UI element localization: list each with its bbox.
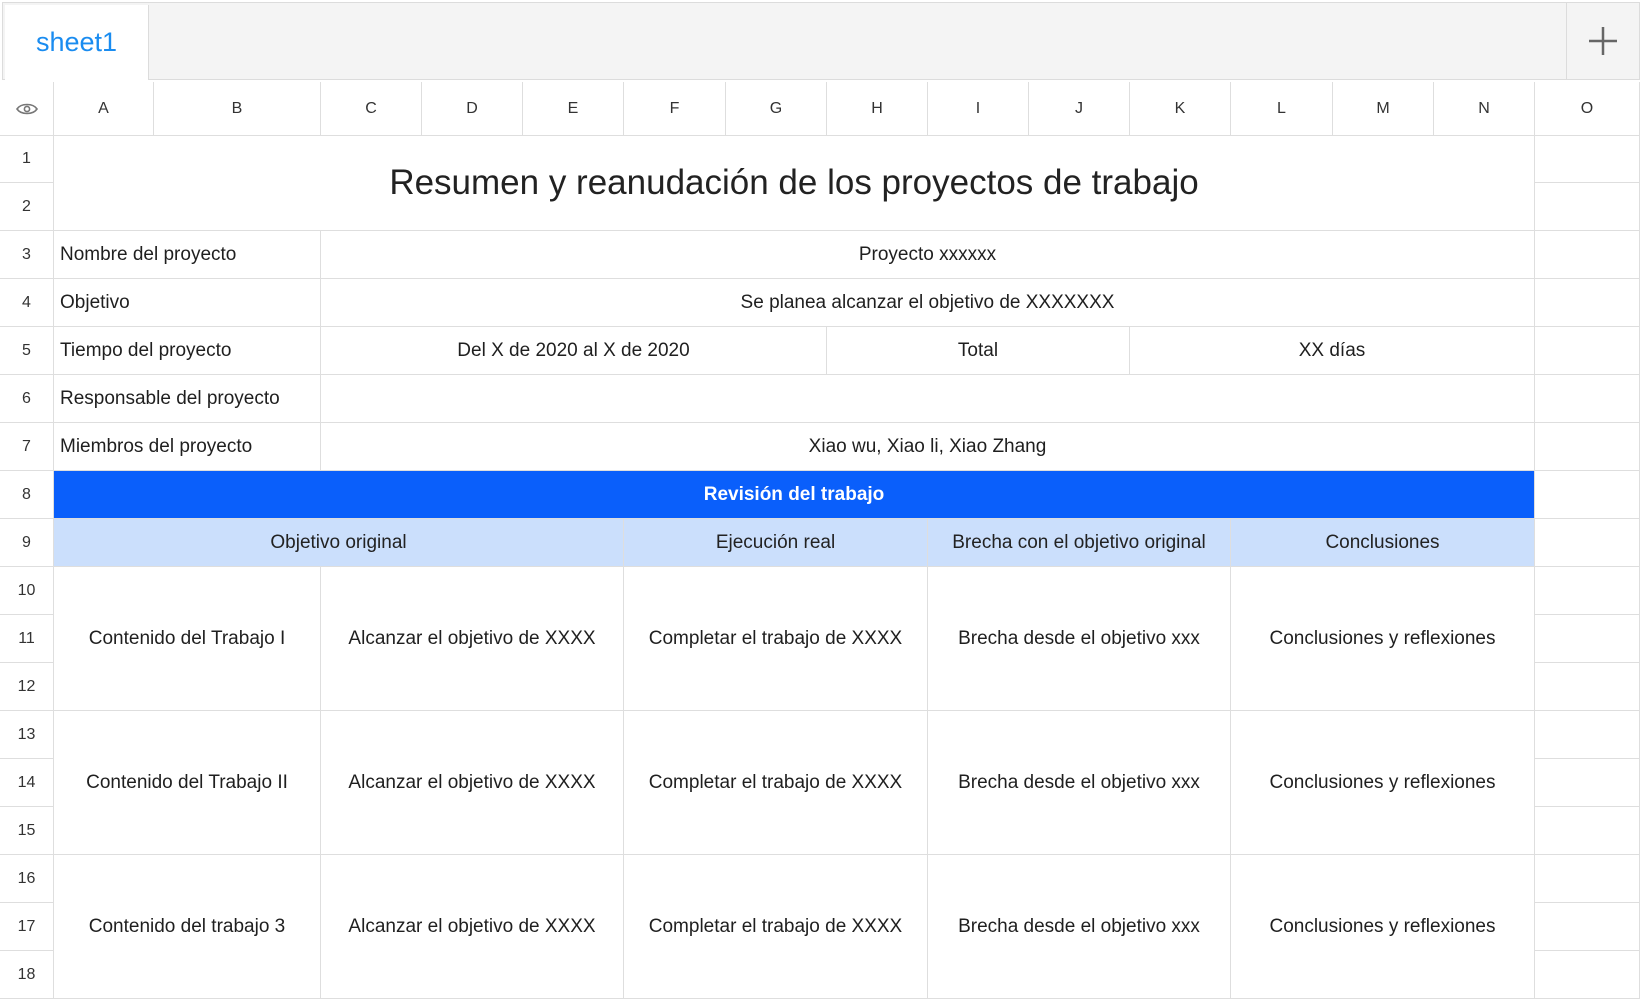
empty-cell[interactable] (1535, 231, 1640, 279)
members-value[interactable]: Xiao wu, Xiao li, Xiao Zhang (321, 423, 1535, 471)
empty-cell[interactable] (1535, 855, 1640, 903)
work-execution[interactable]: Completar el trabajo de XXXX (624, 711, 928, 855)
project-name-value[interactable]: Proyecto xxxxxx (321, 231, 1535, 279)
column-header[interactable]: D (422, 82, 523, 136)
column-header[interactable]: A (54, 82, 154, 136)
eye-icon (15, 103, 38, 114)
empty-cell[interactable] (1535, 615, 1640, 663)
owner-label[interactable]: Responsable del proyecto (54, 375, 321, 423)
objective-value[interactable]: Se planea alcanzar el objetivo de XXXXXX… (321, 279, 1535, 327)
empty-cell[interactable] (1535, 807, 1640, 855)
work-gap[interactable]: Brecha desde el objetivo xxx (928, 711, 1231, 855)
header-gap[interactable]: Brecha con el objetivo original (928, 519, 1231, 567)
work-gap[interactable]: Brecha desde el objetivo xxx (928, 567, 1231, 711)
empty-cell[interactable] (1535, 663, 1640, 711)
empty-cell[interactable] (1535, 759, 1640, 807)
header-conclusions[interactable]: Conclusiones (1231, 519, 1535, 567)
row-header[interactable]: 13 (0, 711, 54, 759)
column-header[interactable]: E (523, 82, 624, 136)
empty-cell[interactable] (1535, 375, 1640, 423)
work-conclusions[interactable]: Conclusiones y reflexiones (1231, 711, 1535, 855)
empty-cell[interactable] (1535, 423, 1640, 471)
row-header[interactable]: 2 (0, 183, 54, 231)
total-label[interactable]: Total (827, 327, 1130, 375)
empty-cell[interactable] (1535, 183, 1640, 231)
empty-cell[interactable] (1535, 519, 1640, 567)
work-objective[interactable]: Alcanzar el objetivo de XXXX (321, 711, 624, 855)
row-header[interactable]: 15 (0, 807, 54, 855)
row-header[interactable]: 5 (0, 327, 54, 375)
empty-cell[interactable] (1535, 903, 1640, 951)
members-label[interactable]: Miembros del proyecto (54, 423, 321, 471)
select-all-corner[interactable] (0, 82, 54, 136)
row-header[interactable]: 16 (0, 855, 54, 903)
column-header[interactable]: F (624, 82, 726, 136)
row-header[interactable]: 10 (0, 567, 54, 615)
row-header[interactable]: 12 (0, 663, 54, 711)
total-value[interactable]: XX días (1130, 327, 1535, 375)
row-header[interactable]: 14 (0, 759, 54, 807)
empty-cell[interactable] (1535, 471, 1640, 519)
row-header[interactable]: 7 (0, 423, 54, 471)
project-time-value[interactable]: Del X de 2020 al X de 2020 (321, 327, 827, 375)
empty-cell[interactable] (1535, 279, 1640, 327)
column-header[interactable]: O (1535, 82, 1640, 136)
work-conclusions[interactable]: Conclusiones y reflexiones (1231, 855, 1535, 999)
row-header[interactable]: 11 (0, 615, 54, 663)
row-header[interactable]: 9 (0, 519, 54, 567)
spreadsheet-grid: A B C D E F G H I J K L M N O 1 2 3 4 5 6 7 8 9 10 11 12 13 14 15 16 17… (0, 0, 1640, 999)
owner-value[interactable] (321, 375, 1535, 423)
work-objective[interactable]: Alcanzar el objetivo de XXXX (321, 567, 624, 711)
empty-cell[interactable] (1535, 136, 1640, 183)
work-content[interactable]: Contenido del Trabajo I (54, 567, 321, 711)
column-header[interactable]: K (1130, 82, 1231, 136)
empty-cell[interactable] (1535, 567, 1640, 615)
row-header[interactable]: 4 (0, 279, 54, 327)
header-execution[interactable]: Ejecución real (624, 519, 928, 567)
work-content[interactable]: Contenido del Trabajo II (54, 711, 321, 855)
work-objective[interactable]: Alcanzar el objetivo de XXXX (321, 855, 624, 999)
project-name-label[interactable]: Nombre del proyecto (54, 231, 321, 279)
work-execution[interactable]: Completar el trabajo de XXXX (624, 567, 928, 711)
column-header[interactable]: B (154, 82, 321, 136)
project-time-label[interactable]: Tiempo del proyecto (54, 327, 321, 375)
column-header[interactable]: I (928, 82, 1029, 136)
column-header[interactable]: N (1434, 82, 1535, 136)
column-header[interactable]: L (1231, 82, 1333, 136)
column-header[interactable]: J (1029, 82, 1130, 136)
header-objective[interactable]: Objetivo original (54, 519, 624, 567)
sheet-title[interactable]: Resumen y reanudación de los proyectos d… (54, 136, 1535, 231)
empty-cell[interactable] (1535, 711, 1640, 759)
work-conclusions[interactable]: Conclusiones y reflexiones (1231, 567, 1535, 711)
work-gap[interactable]: Brecha desde el objetivo xxx (928, 855, 1231, 999)
column-header[interactable]: H (827, 82, 928, 136)
column-header[interactable]: C (321, 82, 422, 136)
work-execution[interactable]: Completar el trabajo de XXXX (624, 855, 928, 999)
empty-cell[interactable] (1535, 327, 1640, 375)
row-header[interactable]: 1 (0, 136, 54, 183)
row-header[interactable]: 6 (0, 375, 54, 423)
row-header[interactable]: 3 (0, 231, 54, 279)
work-content[interactable]: Contenido del trabajo 3 (54, 855, 321, 999)
column-header[interactable]: M (1333, 82, 1434, 136)
review-header[interactable]: Revisión del trabajo (54, 471, 1535, 519)
objective-label[interactable]: Objetivo (54, 279, 321, 327)
row-header[interactable]: 17 (0, 903, 54, 951)
row-header[interactable]: 8 (0, 471, 54, 519)
column-header[interactable]: G (726, 82, 827, 136)
